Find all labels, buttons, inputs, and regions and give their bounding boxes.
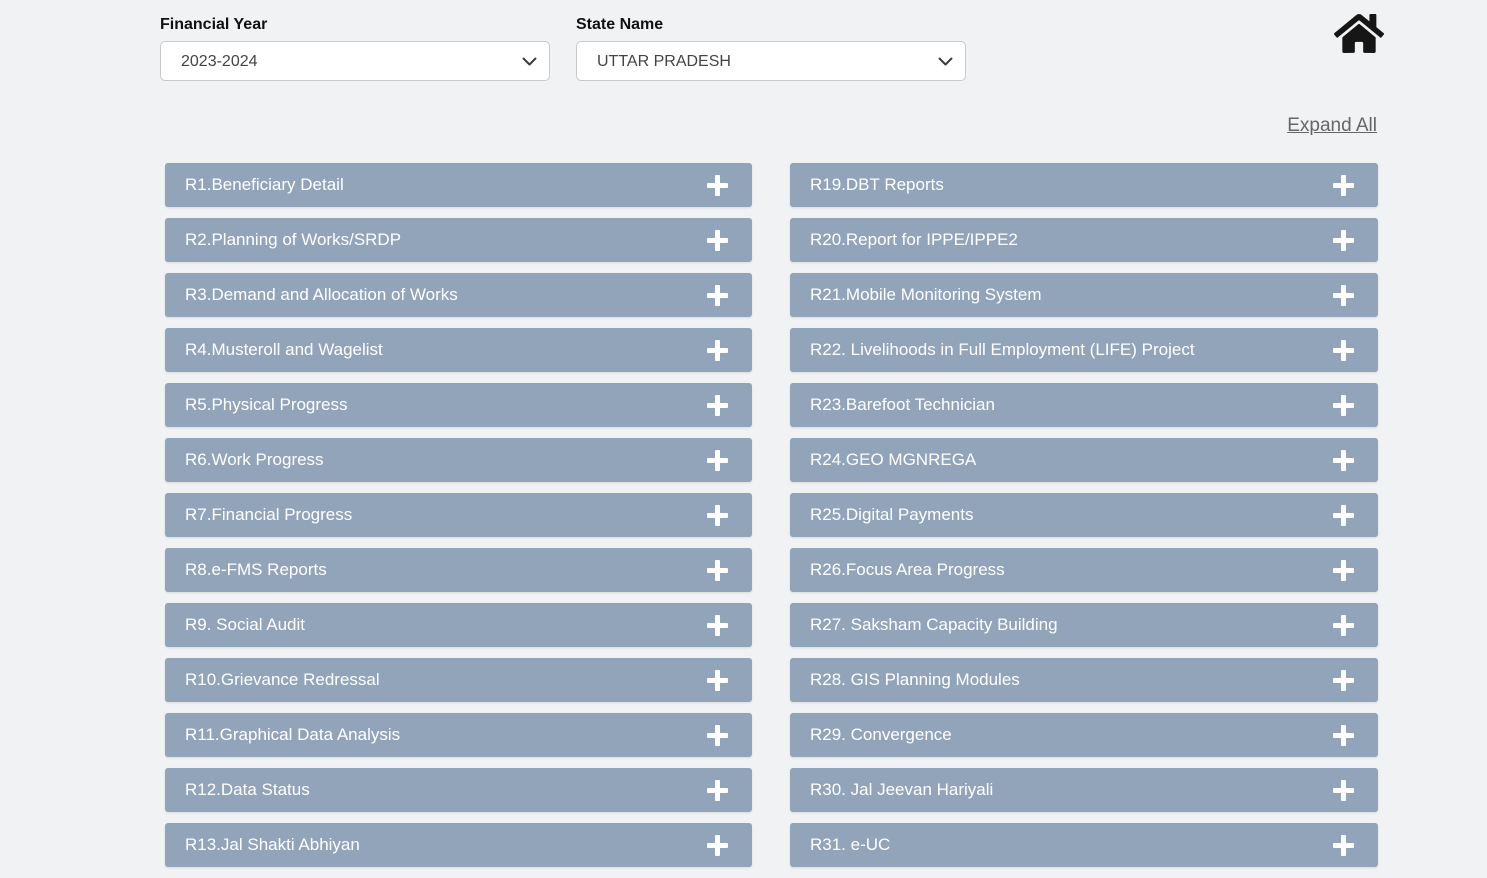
plus-icon[interactable]: [1333, 725, 1354, 746]
accordion-panel-r12[interactable]: R12.Data Status: [165, 768, 752, 812]
accordion-panel-r29[interactable]: R29. Convergence: [790, 713, 1378, 757]
accordion-panel-r31[interactable]: R31. e-UC: [790, 823, 1378, 867]
financial-year-field: Financial Year 2023-2024: [160, 16, 550, 81]
panel-label: R10.Grievance Redressal: [185, 670, 380, 690]
panel-label: R13.Jal Shakti Abhiyan: [185, 835, 360, 855]
plus-icon[interactable]: [1333, 285, 1354, 306]
accordion-panel-r8[interactable]: R8.e-FMS Reports: [165, 548, 752, 592]
plus-icon[interactable]: [1333, 615, 1354, 636]
reports-page: { "header": { "financial_year": { "label…: [0, 0, 1487, 877]
panel-label: R6.Work Progress: [185, 450, 324, 470]
accordion-panel-r4[interactable]: R4.Musteroll and Wagelist: [165, 328, 752, 372]
financial-year-label: Financial Year: [160, 16, 550, 34]
panel-label: R7.Financial Progress: [185, 505, 352, 525]
plus-icon[interactable]: [1333, 175, 1354, 196]
plus-icon[interactable]: [707, 285, 728, 306]
plus-icon[interactable]: [1333, 780, 1354, 801]
panel-label: R31. e-UC: [810, 835, 890, 855]
plus-icon[interactable]: [707, 340, 728, 361]
plus-icon[interactable]: [1333, 505, 1354, 526]
accordion-panel-r21[interactable]: R21.Mobile Monitoring System: [790, 273, 1378, 317]
panel-label: R20.Report for IPPE/IPPE2: [810, 230, 1018, 250]
panel-label: R1.Beneficiary Detail: [185, 175, 344, 195]
plus-icon[interactable]: [1333, 670, 1354, 691]
panel-label: R22. Livelihoods in Full Employment (LIF…: [810, 340, 1195, 360]
panel-label: R19.DBT Reports: [810, 175, 944, 195]
accordion-panel-r20[interactable]: R20.Report for IPPE/IPPE2: [790, 218, 1378, 262]
accordion-panel-r6[interactable]: R6.Work Progress: [165, 438, 752, 482]
accordion-panel-r1[interactable]: R1.Beneficiary Detail: [165, 163, 752, 207]
accordion-panel-r30[interactable]: R30. Jal Jeevan Hariyali: [790, 768, 1378, 812]
accordion-panel-r24[interactable]: R24.GEO MGNREGA: [790, 438, 1378, 482]
reports-column-left: R1.Beneficiary Detail R2.Planning of Wor…: [165, 163, 752, 878]
plus-icon[interactable]: [707, 780, 728, 801]
financial-year-select-wrap: 2023-2024: [160, 41, 550, 81]
panel-label: R24.GEO MGNREGA: [810, 450, 976, 470]
plus-icon[interactable]: [707, 835, 728, 856]
plus-icon[interactable]: [1333, 835, 1354, 856]
plus-icon[interactable]: [707, 395, 728, 416]
accordion-panel-r2[interactable]: R2.Planning of Works/SRDP: [165, 218, 752, 262]
plus-icon[interactable]: [1333, 560, 1354, 581]
expand-all-link[interactable]: Expand All: [1287, 115, 1377, 137]
plus-icon[interactable]: [707, 230, 728, 251]
panel-label: R29. Convergence: [810, 725, 952, 745]
home-button[interactable]: [1334, 11, 1384, 56]
accordion-panel-r27[interactable]: R27. Saksham Capacity Building: [790, 603, 1378, 647]
plus-icon[interactable]: [1333, 230, 1354, 251]
home-icon: [1334, 11, 1384, 56]
plus-icon[interactable]: [707, 450, 728, 471]
accordion-panel-r13[interactable]: R13.Jal Shakti Abhiyan: [165, 823, 752, 867]
panel-label: R27. Saksham Capacity Building: [810, 615, 1058, 635]
accordion-panel-r22[interactable]: R22. Livelihoods in Full Employment (LIF…: [790, 328, 1378, 372]
accordion-panel-r11[interactable]: R11.Graphical Data Analysis: [165, 713, 752, 757]
panel-label: R12.Data Status: [185, 780, 310, 800]
panel-label: R9. Social Audit: [185, 615, 305, 635]
state-name-select-wrap: UTTAR PRADESH: [576, 41, 966, 81]
panel-label: R26.Focus Area Progress: [810, 560, 1005, 580]
panel-label: R23.Barefoot Technician: [810, 395, 995, 415]
reports-column-right: R19.DBT Reports R20.Report for IPPE/IPPE…: [790, 163, 1378, 878]
panel-label: R4.Musteroll and Wagelist: [185, 340, 383, 360]
plus-icon[interactable]: [707, 175, 728, 196]
panel-label: R30. Jal Jeevan Hariyali: [810, 780, 993, 800]
accordion-panel-r3[interactable]: R3.Demand and Allocation of Works: [165, 273, 752, 317]
panel-label: R11.Graphical Data Analysis: [185, 725, 400, 745]
accordion-panel-r19[interactable]: R19.DBT Reports: [790, 163, 1378, 207]
plus-icon[interactable]: [1333, 450, 1354, 471]
plus-icon[interactable]: [1333, 395, 1354, 416]
accordion-panel-r10[interactable]: R10.Grievance Redressal: [165, 658, 752, 702]
accordion-panel-r9[interactable]: R9. Social Audit: [165, 603, 752, 647]
accordion-panel-r5[interactable]: R5.Physical Progress: [165, 383, 752, 427]
panel-label: R5.Physical Progress: [185, 395, 348, 415]
plus-icon[interactable]: [707, 670, 728, 691]
accordion-panel-r23[interactable]: R23.Barefoot Technician: [790, 383, 1378, 427]
state-name-field: State Name UTTAR PRADESH: [576, 16, 966, 81]
plus-icon[interactable]: [707, 560, 728, 581]
plus-icon[interactable]: [707, 505, 728, 526]
panel-label: R25.Digital Payments: [810, 505, 973, 525]
panel-label: R3.Demand and Allocation of Works: [185, 285, 458, 305]
accordion-panel-r26[interactable]: R26.Focus Area Progress: [790, 548, 1378, 592]
state-name-label: State Name: [576, 16, 966, 34]
panel-label: R8.e-FMS Reports: [185, 560, 327, 580]
state-name-select[interactable]: UTTAR PRADESH: [576, 41, 966, 81]
panel-label: R21.Mobile Monitoring System: [810, 285, 1041, 305]
financial-year-select[interactable]: 2023-2024: [160, 41, 550, 81]
accordion-panel-r7[interactable]: R7.Financial Progress: [165, 493, 752, 537]
panel-label: R28. GIS Planning Modules: [810, 670, 1020, 690]
accordion-panel-r25[interactable]: R25.Digital Payments: [790, 493, 1378, 537]
plus-icon[interactable]: [1333, 340, 1354, 361]
panel-label: R2.Planning of Works/SRDP: [185, 230, 401, 250]
plus-icon[interactable]: [707, 725, 728, 746]
plus-icon[interactable]: [707, 615, 728, 636]
accordion-panel-r28[interactable]: R28. GIS Planning Modules: [790, 658, 1378, 702]
